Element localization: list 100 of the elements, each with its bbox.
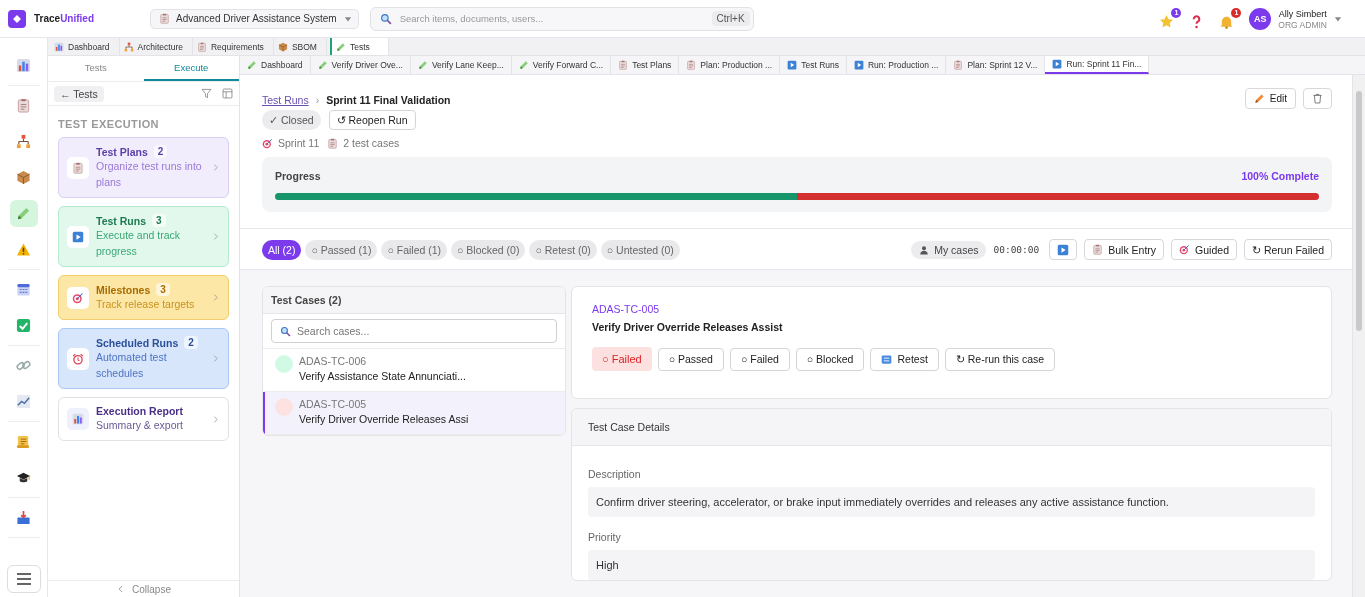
menu-button[interactable]: [6, 565, 41, 593]
clipboard-icon: [72, 161, 84, 174]
page-title: Sprint 11 Final Validation: [326, 94, 451, 106]
card-subtitle: Automated test schedules: [96, 350, 168, 381]
collapse-button[interactable]: Collapse: [48, 580, 239, 597]
retest-icon: [881, 353, 893, 365]
filter-chip[interactable]: ○ Failed (1): [381, 239, 448, 260]
filter-chip[interactable]: ○ Untested (0): [600, 239, 680, 260]
target-icon: [1179, 244, 1191, 255]
module-tab[interactable]: Dashboard: [50, 38, 120, 55]
logo-icon: [8, 9, 26, 28]
document-tab[interactable]: Verify Driver Ove...: [310, 56, 411, 74]
line-chart-icon: [16, 394, 31, 409]
document-tab[interactable]: Plan: Production ...: [679, 56, 781, 74]
play-button[interactable]: [1049, 239, 1078, 260]
filter-icon: [201, 88, 212, 99]
document-tab[interactable]: Run: Sprint 11 Fin...: [1045, 56, 1150, 74]
action-button[interactable]: Guided: [1171, 239, 1237, 260]
document-tab[interactable]: Verify Lane Keep...: [410, 56, 512, 74]
clipboard-icon: [953, 60, 964, 70]
action-button[interactable]: ↻ Rerun Failed: [1243, 239, 1332, 260]
target-icon: [72, 291, 84, 304]
person-icon: [919, 244, 930, 255]
nav-card[interactable]: Test Runs 3 Execute and track progress: [58, 206, 229, 267]
filter-chip[interactable]: ○ Passed (1): [305, 239, 378, 260]
card-subtitle: Summary & export: [96, 418, 184, 433]
filter-chip[interactable]: ○ Blocked (0): [451, 239, 526, 260]
count-badge: 3: [152, 214, 166, 227]
calendar-icon: [16, 282, 31, 297]
action-button[interactable]: Bulk Entry: [1084, 239, 1165, 260]
search-field[interactable]: Search cases...: [271, 319, 557, 343]
count-badge: 2: [153, 145, 168, 158]
menu-icon: [15, 571, 32, 587]
sidebar-tab[interactable]: Tests: [48, 56, 144, 81]
star-icon: [1159, 14, 1175, 29]
box-icon: [16, 170, 31, 185]
count-badge: 2: [184, 336, 198, 349]
delete-button[interactable]: [1303, 88, 1332, 109]
section-title: Test Case Details: [572, 409, 1331, 446]
status-button[interactable]: Retest: [870, 347, 939, 371]
nav-card[interactable]: Test Plans 2 Organize test runs into plans: [58, 137, 229, 198]
module-tab[interactable]: Requirements: [192, 38, 274, 55]
back-button[interactable]: ← Tests: [54, 85, 104, 102]
chevron-icon: [211, 163, 220, 172]
status-button[interactable]: ○ Failed: [729, 347, 790, 371]
section-title: TEST EXECUTION: [58, 118, 160, 130]
nav-card[interactable]: Milestones 3 Track release targets: [58, 275, 229, 320]
my-cases-button[interactable]: My cases: [911, 240, 987, 259]
org-chart-icon: [123, 41, 134, 52]
warning-icon: [16, 242, 31, 257]
scroll-icon: [16, 434, 31, 449]
user-role: ORG ADMIN: [1278, 19, 1327, 31]
test-case-item[interactable]: ADAS-TC-005 Verify Driver Override Releases Assi: [263, 392, 565, 435]
link-icon: [16, 358, 31, 373]
play-icon: [787, 60, 798, 70]
module-tab[interactable]: SBOM: [273, 38, 327, 55]
chevron-icon: [211, 414, 220, 424]
play-icon: [1052, 59, 1063, 69]
progress-title: Progress: [275, 170, 321, 182]
breadcrumb-link[interactable]: Test Runs: [262, 94, 309, 106]
bar-chart-icon: [72, 413, 84, 425]
scrollbar[interactable]: [1352, 75, 1365, 597]
reopen-button[interactable]: ↺ Reopen Run: [328, 110, 416, 130]
inbox-icon: [16, 510, 31, 525]
clipboard-icon: [618, 60, 629, 70]
org-chart-icon: [16, 134, 31, 149]
status-button[interactable]: ↻ Re-run this case: [944, 347, 1056, 371]
box-icon: [277, 41, 288, 52]
module-tab[interactable]: Architecture: [119, 38, 193, 55]
user-menu[interactable]: AS Ally Simbert ORG ADMIN: [1249, 6, 1343, 31]
scrollbar-thumb[interactable]: [1356, 91, 1362, 331]
project-selector[interactable]: Advanced Driver Assistance System: [150, 8, 359, 29]
filter-chip[interactable]: All (2): [262, 239, 302, 260]
trash-icon: [1312, 93, 1323, 104]
nav-card[interactable]: Execution Report Summary & export: [58, 397, 229, 441]
progress-summary: 100% Complete: [1241, 170, 1319, 182]
document-tab[interactable]: Test Plans: [611, 56, 680, 74]
checkbox-icon: [16, 318, 31, 333]
bar-chart-icon: [54, 41, 64, 52]
pencil-icon: [417, 60, 428, 70]
breadcrumb-separator: ›: [315, 94, 320, 106]
play-icon: [72, 230, 84, 243]
field-label: Priority: [588, 531, 622, 543]
status-button[interactable]: ○ Passed: [657, 347, 724, 371]
document-tab[interactable]: Verify Forward C...: [511, 56, 612, 74]
document-tab[interactable]: Dashboard: [240, 56, 311, 74]
filter-chip[interactable]: ○ Retest (0): [529, 239, 597, 260]
status-button[interactable]: ○ Blocked: [795, 347, 865, 371]
document-tab[interactable]: Run: Production ...: [847, 56, 947, 74]
document-tab[interactable]: Test Runs: [780, 56, 847, 74]
module-tab[interactable]: Tests: [329, 38, 389, 55]
play-icon: [1057, 243, 1070, 256]
edit-button[interactable]: Edit: [1244, 88, 1296, 109]
app-name: TraceUnified: [34, 13, 95, 24]
pencil-icon: [317, 60, 328, 70]
bar-chart-icon: [16, 58, 31, 73]
card-title: Test Plans: [96, 145, 148, 158]
nav-card[interactable]: Scheduled Runs 2 Automated test schedules: [58, 328, 229, 389]
case-title: Verify Driver Override Releases Assist: [592, 321, 784, 333]
card-subtitle: Execute and track progress: [96, 228, 182, 259]
